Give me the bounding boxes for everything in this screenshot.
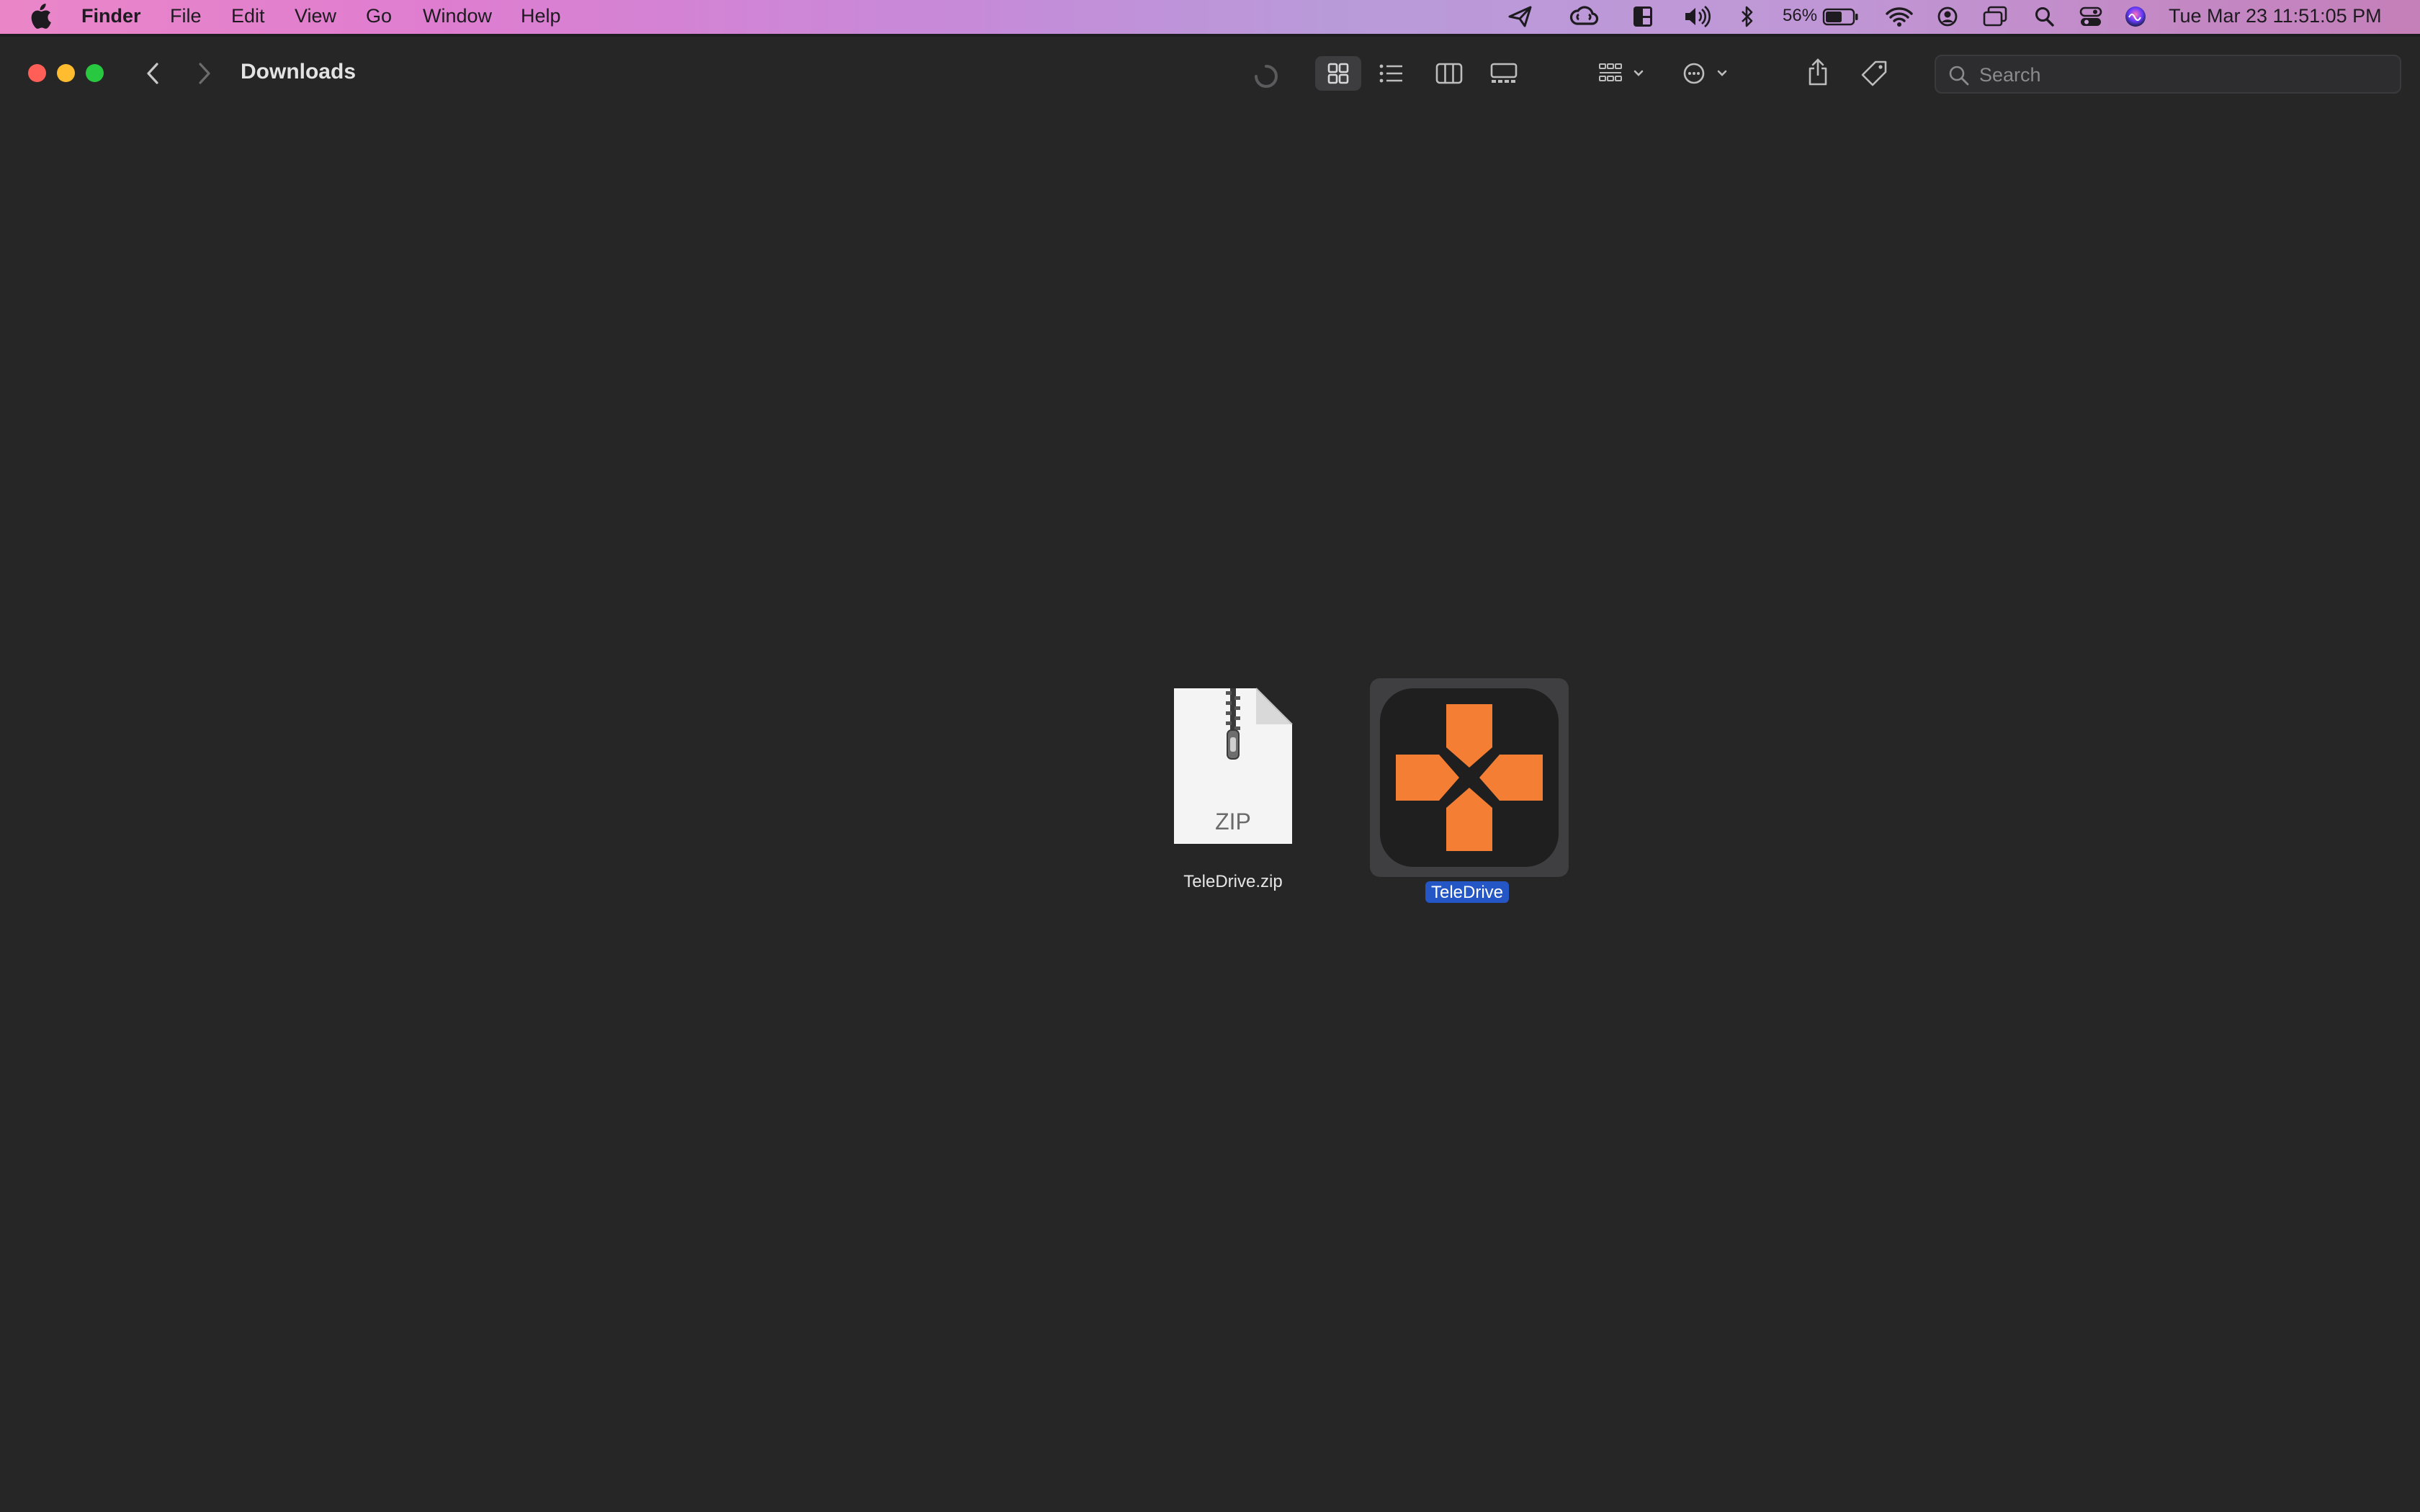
menu-window[interactable]: Window (423, 5, 492, 27)
spotlight-search-icon[interactable] (2033, 4, 2056, 29)
list-view-icon (1379, 64, 1402, 83)
column-view-button[interactable] (1432, 56, 1466, 91)
more-actions-icon (1683, 63, 1727, 84)
window-title: Downloads (241, 60, 357, 84)
minimize-button[interactable] (57, 64, 75, 82)
gallery-view-button[interactable] (1487, 56, 1521, 91)
user-icon[interactable] (1935, 4, 1960, 29)
share-button[interactable] (1802, 53, 1834, 91)
column-view-icon (1435, 63, 1463, 84)
battery-percent: 56% (1783, 6, 1818, 25)
control-center-icon[interactable] (2079, 4, 2103, 29)
search-placeholder: Search (1979, 64, 2041, 86)
battery-icon[interactable] (1822, 4, 1860, 29)
gallery-view-icon (1490, 63, 1518, 83)
group-button[interactable] (1596, 56, 1651, 91)
menu-help[interactable]: Help (521, 5, 561, 27)
creative-cloud-icon[interactable] (1569, 4, 1599, 29)
screen-mirroring-icon[interactable] (1982, 4, 2008, 29)
zip-kind-label: ZIP (1215, 809, 1251, 834)
tag-icon (1861, 60, 1887, 86)
volume-icon[interactable] (1683, 4, 1712, 29)
menu-view[interactable]: View (295, 5, 336, 27)
window-top-edge (0, 34, 2420, 37)
app-item[interactable] (1379, 687, 1560, 868)
forward-button[interactable] (193, 59, 216, 88)
teledrive-app-icon (1380, 688, 1559, 867)
menu-go[interactable]: Go (366, 5, 392, 27)
zip-file-item[interactable]: ZIP (1171, 685, 1295, 847)
tag-button[interactable] (1858, 56, 1890, 91)
icon-view-button[interactable] (1315, 56, 1361, 91)
menu-app-name[interactable]: Finder (81, 5, 141, 27)
close-button[interactable] (28, 64, 46, 82)
layout-icon[interactable] (1632, 4, 1654, 29)
menu-bar: Finder File Edit View Go Window Help 56%… (0, 0, 2420, 34)
loading-spinner-icon (1252, 62, 1281, 91)
forward-icon (199, 63, 210, 84)
bluetooth-icon[interactable] (1739, 4, 1755, 29)
more-actions-button[interactable] (1680, 56, 1734, 91)
list-view-button[interactable] (1376, 56, 1407, 91)
menu-edit[interactable]: Edit (231, 5, 265, 27)
back-button[interactable] (141, 59, 164, 88)
zip-file-icon: ZIP (1174, 688, 1293, 844)
siri-icon[interactable] (2123, 4, 2148, 29)
wifi-icon[interactable] (1885, 4, 1914, 29)
apple-icon[interactable] (27, 4, 52, 30)
zip-file-name[interactable]: TeleDrive.zip (1167, 872, 1299, 892)
menu-file[interactable]: File (170, 5, 202, 27)
share-icon (1809, 58, 1827, 86)
back-icon (147, 63, 158, 84)
group-icon (1599, 63, 1644, 81)
search-icon (1949, 66, 1969, 86)
icon-view-icon (1327, 63, 1349, 84)
search-field[interactable]: Search (1935, 55, 2401, 94)
zoom-button[interactable] (86, 64, 104, 82)
menu-clock[interactable]: Tue Mar 23 11:51:05 PM (2169, 5, 2382, 27)
send-icon[interactable] (1507, 4, 1533, 29)
app-file-name[interactable]: TeleDrive (1425, 881, 1510, 903)
